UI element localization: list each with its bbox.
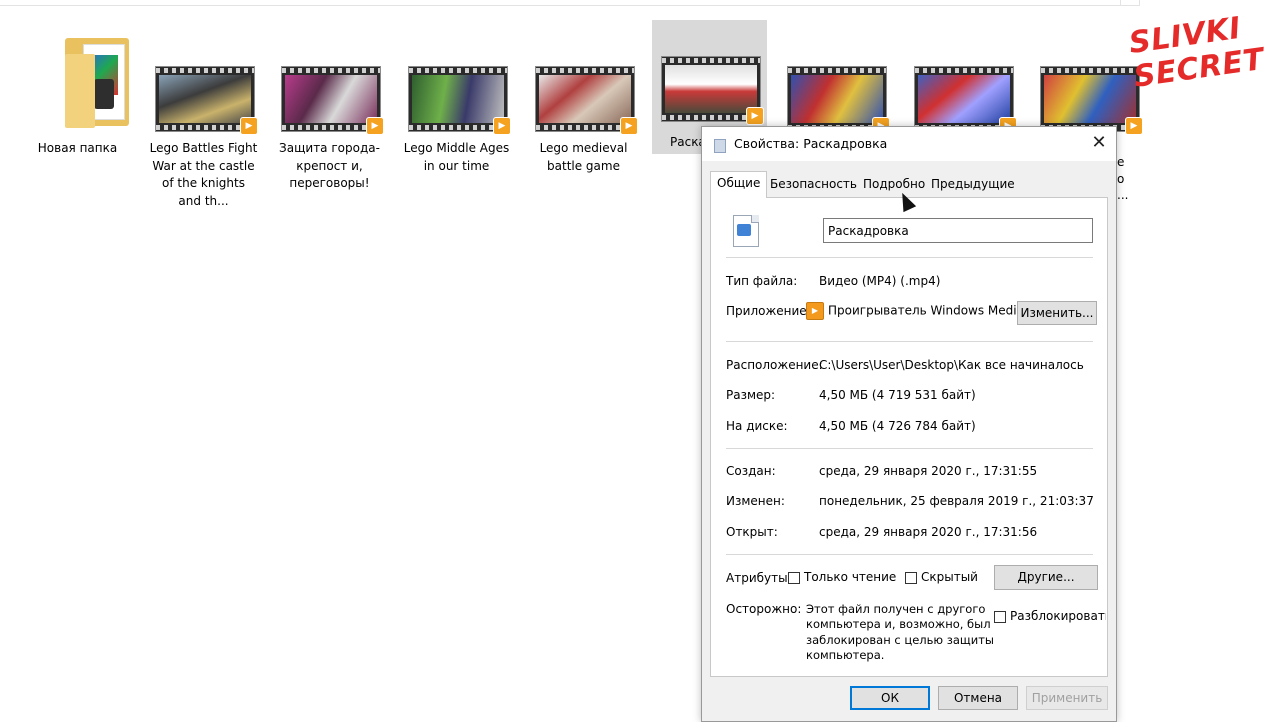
- separator: [726, 554, 1093, 555]
- warning-line: Этот файл получен с другого: [806, 602, 986, 616]
- modified-label: Изменен:: [726, 494, 785, 508]
- video-file-icon: [733, 215, 759, 247]
- play-badge-icon: ▶: [620, 117, 638, 135]
- unblock-label: Разблокировать: [1010, 609, 1106, 623]
- video-item[interactable]: ▶: [778, 30, 893, 140]
- video-thumbnail-icon: ▶: [661, 56, 764, 125]
- video-item[interactable]: ▶ Lego Battles Fight War at the castle o…: [146, 30, 261, 210]
- readonly-checkbox-group[interactable]: Только чтение: [788, 570, 896, 584]
- properties-dialog: Свойства: Раскадровка ✕ Общие Безопаснос…: [701, 126, 1117, 722]
- attributes-label: Атрибуты:: [726, 571, 792, 585]
- ok-button[interactable]: ОК: [850, 686, 930, 710]
- item-label: Новая папка: [37, 141, 118, 155]
- separator: [726, 448, 1093, 449]
- tab-details[interactable]: Подробно: [857, 173, 931, 195]
- video-item[interactable]: ▶ Защита города-крепост и, переговоры!: [272, 30, 387, 193]
- video-thumbnail-icon: ▶: [155, 66, 258, 135]
- disk-size-label: На диске:: [726, 419, 788, 433]
- video-thumbnail-icon: ▶: [914, 66, 1017, 135]
- video-item[interactable]: ▶: [905, 30, 1020, 140]
- modified-value: понедельник, 25 февраля 2019 г., 21:03:3…: [819, 494, 1094, 508]
- play-badge-icon: ▶: [366, 117, 384, 135]
- video-thumbnail-icon: ▶: [787, 66, 890, 135]
- video-thumbnail-icon: ▶: [535, 66, 638, 135]
- advanced-attributes-button[interactable]: Другие...: [994, 565, 1098, 590]
- readonly-label: Только чтение: [804, 570, 897, 584]
- dialog-title: Свойства: Раскадровка: [734, 136, 888, 151]
- readonly-checkbox[interactable]: [788, 571, 800, 584]
- apply-button[interactable]: Применить: [1026, 686, 1108, 710]
- tab-general[interactable]: Общие: [710, 171, 768, 198]
- file-name-input[interactable]: [823, 218, 1093, 243]
- app-value-group: ▶ Проигрыватель Windows Media: [806, 302, 1024, 320]
- watermark-logo: SLIVKI SECRET: [1127, 9, 1267, 106]
- video-thumbnail-icon: ▶: [1040, 66, 1143, 135]
- play-badge-icon: ▶: [240, 117, 258, 135]
- media-player-icon: ▶: [806, 302, 824, 320]
- folder-icon: [20, 30, 135, 140]
- warning-label: Осторожно:: [726, 602, 802, 616]
- warning-line: компьютера.: [806, 647, 885, 662]
- tab-security[interactable]: Безопасность: [764, 173, 863, 195]
- file-type-value: Видео (MP4) (.mp4): [819, 274, 941, 288]
- play-badge-icon: ▶: [746, 107, 764, 125]
- dialog-titlebar[interactable]: Свойства: Раскадровка ✕: [702, 127, 1116, 161]
- file-type-label: Тип файла:: [726, 274, 798, 288]
- folder-item[interactable]: Новая папка: [20, 30, 135, 158]
- warning-text: Этот файл получен с другого компьютера и…: [806, 602, 994, 663]
- video-item[interactable]: ▶ Lego medieval battle game: [526, 30, 641, 175]
- item-label: Lego Battles Fight War at the castle of …: [149, 141, 258, 208]
- location-value: C:\Users\User\Desktop\Как все начиналось: [819, 358, 1084, 372]
- warning-line: заблокирован с целью защиты: [806, 632, 994, 647]
- separator: [726, 341, 1093, 342]
- video-item[interactable]: ▶ Lego Middle Ages in our time: [399, 30, 514, 175]
- play-badge-icon: ▶: [493, 117, 511, 135]
- hidden-checkbox[interactable]: [905, 571, 917, 584]
- scroll-corner: [1120, 0, 1140, 6]
- play-badge-icon: ▶: [1125, 117, 1143, 135]
- hidden-checkbox-group[interactable]: Скрытый: [905, 570, 978, 584]
- item-label: Lego medieval battle game: [539, 141, 628, 173]
- unblock-checkbox[interactable]: [994, 610, 1006, 623]
- explorer-top-border: [0, 0, 1135, 6]
- close-icon[interactable]: ✕: [1088, 132, 1110, 154]
- warning-line: компьютера и, возможно, был: [806, 617, 991, 632]
- general-panel: Тип файла: Видео (MP4) (.mp4) Приложение…: [710, 197, 1108, 677]
- partial-label: e: [1117, 155, 1125, 169]
- item-label: Защита города-крепост и, переговоры!: [279, 141, 380, 190]
- file-properties-icon: [714, 139, 726, 153]
- size-label: Размер:: [726, 388, 776, 402]
- hidden-label: Скрытый: [921, 570, 978, 584]
- disk-size-value: 4,50 МБ (4 726 784 байт): [819, 419, 976, 433]
- cancel-button[interactable]: Отмена: [938, 686, 1018, 710]
- video-thumbnail-icon: ▶: [281, 66, 384, 135]
- opened-value: среда, 29 января 2020 г., 17:31:56: [819, 525, 1038, 539]
- app-label: Приложение:: [726, 304, 811, 318]
- location-label: Расположение:: [726, 358, 823, 372]
- change-app-button[interactable]: Изменить...: [1017, 301, 1097, 325]
- partial-label: o: [1117, 172, 1125, 186]
- item-label: Lego Middle Ages in our time: [403, 141, 510, 173]
- unblock-checkbox-group[interactable]: Разблокировать: [994, 609, 1106, 623]
- opened-label: Открыт:: [726, 525, 778, 539]
- video-thumbnail-icon: ▶: [408, 66, 511, 135]
- created-value: среда, 29 января 2020 г., 17:31:55: [819, 464, 1038, 478]
- size-value: 4,50 МБ (4 719 531 байт): [819, 388, 976, 402]
- partial-label: ...: [1117, 188, 1129, 202]
- separator: [726, 257, 1093, 258]
- created-label: Создан:: [726, 464, 776, 478]
- tab-previous-versions[interactable]: Предыдущие версии: [925, 173, 1021, 213]
- app-value: Проигрыватель Windows Media: [828, 303, 1024, 318]
